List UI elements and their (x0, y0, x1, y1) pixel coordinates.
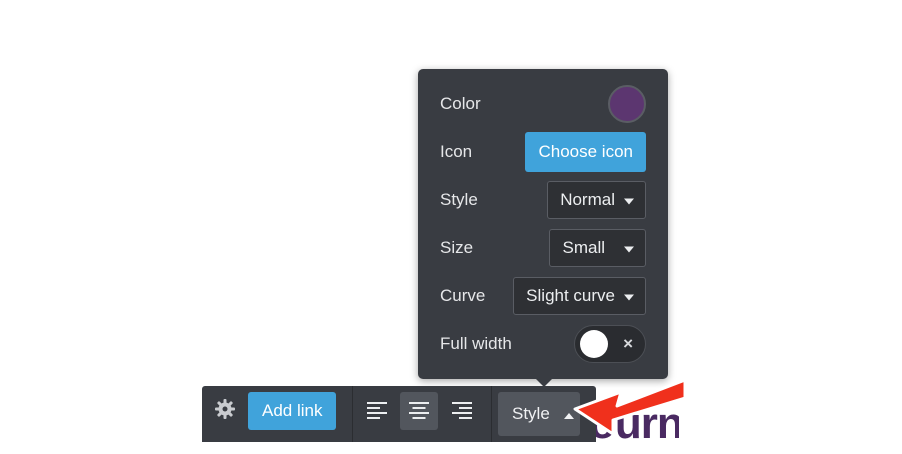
align-center-icon (409, 402, 429, 419)
size-dropdown-value: Small (562, 238, 605, 257)
style-toggle-button[interactable]: Style (498, 392, 580, 436)
size-label: Size (440, 238, 474, 257)
style-popover: Color Icon Choose icon Style Normal Size… (418, 69, 668, 379)
add-link-button[interactable]: Add link (248, 392, 337, 430)
align-right-button[interactable] (443, 392, 481, 430)
style-button-label: Style (512, 404, 550, 423)
full-width-label: Full width (440, 334, 512, 353)
color-swatch[interactable] (608, 85, 646, 123)
choose-icon-button[interactable]: Choose icon (525, 132, 646, 172)
align-left-icon (367, 402, 387, 419)
style-row: Style Normal (418, 180, 668, 220)
align-center-button[interactable] (400, 392, 438, 430)
close-icon: × (623, 334, 633, 353)
size-dropdown[interactable]: Small (549, 229, 646, 267)
chevron-down-icon (624, 198, 634, 205)
curve-label: Curve (440, 286, 486, 305)
icon-row: Icon Choose icon (418, 132, 668, 172)
chevron-down-icon (624, 246, 634, 253)
annotation-arrow-icon (573, 378, 685, 436)
style-label: Style (440, 190, 478, 209)
block-toolbar: Add link Style (202, 386, 596, 442)
full-width-toggle[interactable]: × (574, 325, 646, 363)
color-label: Color (440, 94, 481, 113)
chevron-down-icon (624, 294, 634, 301)
gear-icon[interactable] (214, 398, 236, 420)
align-right-icon (452, 402, 472, 419)
align-left-button[interactable] (358, 392, 396, 430)
curve-dropdown-value: Slight curve (526, 286, 615, 305)
toolbar-divider (352, 386, 353, 442)
curve-dropdown[interactable]: Slight curve (513, 277, 646, 315)
style-dropdown-value: Normal (560, 190, 615, 209)
toggle-knob (580, 330, 608, 358)
full-width-row: Full width × (418, 324, 668, 364)
toolbar-divider (491, 386, 492, 442)
curve-row: Curve Slight curve (418, 276, 668, 316)
style-dropdown[interactable]: Normal (547, 181, 646, 219)
icon-label: Icon (440, 142, 473, 161)
size-row: Size Small (418, 228, 668, 268)
color-row: Color (418, 84, 668, 124)
